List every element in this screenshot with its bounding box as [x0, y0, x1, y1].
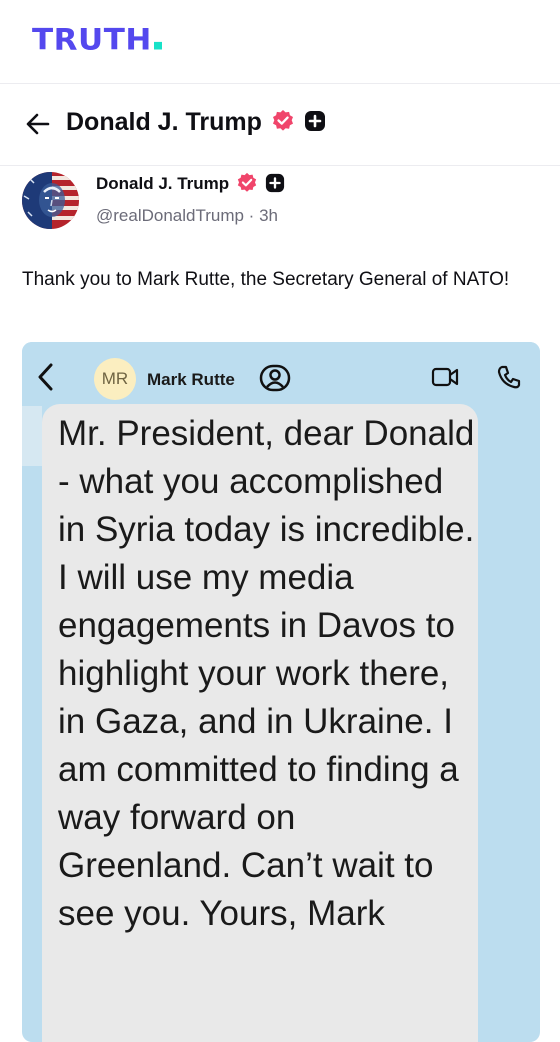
post-author-handle[interactable]: @realDonaldTrump · 3h: [96, 206, 278, 226]
back-arrow-icon[interactable]: [24, 110, 52, 138]
chat-contact-name: Mark Rutte: [147, 370, 235, 389]
plus-badge-icon: [304, 111, 325, 132]
profile-header-name: Donald J. Trump: [66, 108, 262, 136]
post-author-name[interactable]: Donald J. Trump: [96, 174, 229, 193]
logo-text: TRUTH: [32, 22, 152, 58]
post-author-row: Donald J. Trump: [96, 172, 285, 194]
message-text: Mr. President, dear Donald - what you ac…: [58, 414, 475, 933]
video-call-icon: [431, 367, 459, 387]
contact-avatar: MR: [94, 358, 136, 400]
verified-badge-icon: [237, 172, 257, 192]
truth-logo[interactable]: TRUTH: [32, 23, 162, 57]
chevron-left-icon: [38, 363, 53, 391]
contact-icon: [259, 364, 291, 392]
profile-header-title: Donald J. Trump: [66, 108, 326, 137]
plus-badge-icon: [265, 173, 284, 193]
verified-badge-icon: [272, 110, 293, 131]
logo-dot: [153, 41, 162, 50]
top-bar: TRUTH: [0, 0, 560, 84]
phone-call-icon: [497, 365, 521, 389]
bubble-tail: [22, 406, 42, 466]
post-text: Thank you to Mark Rutte, the Secretary G…: [22, 269, 510, 290]
post-media-image[interactable]: MR Mark Rutte Mr. President, dear Donald…: [22, 342, 540, 1042]
author-avatar[interactable]: [22, 172, 79, 229]
